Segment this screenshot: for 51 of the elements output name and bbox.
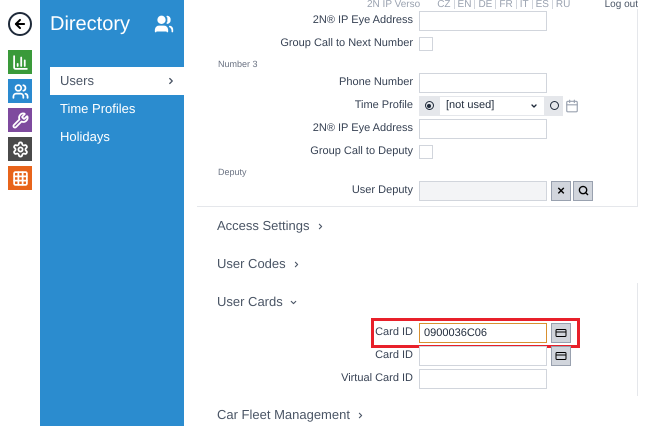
chevron-icon [166, 76, 176, 86]
card-icon [555, 350, 567, 362]
sidebar-item[interactable]: Holidays [50, 123, 184, 151]
settings-icon[interactable] [8, 137, 32, 161]
field-label: 2N® IP Eye Address [312, 13, 414, 28]
field-label: 2N® IP Eye Address [312, 121, 414, 136]
logout-link[interactable]: Log out [604, 0, 638, 9]
field-label: Phone Number [338, 75, 414, 90]
group-title: Deputy [217, 166, 248, 178]
calendar-icon[interactable] [565, 98, 579, 112]
checkbox[interactable] [419, 144, 433, 158]
text-field[interactable] [419, 72, 547, 92]
clear-button[interactable]: × [551, 180, 571, 200]
checkbox[interactable] [419, 36, 433, 50]
section-header[interactable]: User Codes [197, 245, 638, 283]
text-field[interactable] [419, 118, 547, 138]
field-label: Card ID [374, 348, 414, 364]
users-icon[interactable] [8, 79, 32, 103]
back-button[interactable] [8, 12, 32, 36]
field-label: User Deputy [350, 183, 414, 198]
sidebar-title: Directory [50, 12, 130, 37]
section-header[interactable]: Car Fleet Management [197, 396, 638, 426]
field-label: Group Call to Next Number [279, 36, 414, 52]
product-name: 2N IP Verso [367, 0, 420, 9]
wrench-icon[interactable] [8, 108, 32, 132]
text-field[interactable]: 0900036C06 [419, 322, 547, 342]
field-label: Time Profile [354, 98, 414, 114]
search-button[interactable] [573, 180, 593, 200]
card-reader-button[interactable] [551, 346, 571, 366]
sidebar-item[interactable]: Time Profiles [50, 95, 184, 123]
radio-button[interactable] [419, 96, 439, 116]
card-reader-button[interactable] [551, 322, 571, 342]
field-label: Card ID [374, 325, 414, 340]
grid-icon[interactable] [8, 166, 32, 190]
group-title: Number 3 [217, 58, 259, 70]
field-label: Group Call to Deputy [309, 144, 414, 160]
section-header[interactable]: User Cards [197, 283, 637, 321]
sidebar-item[interactable]: Users [50, 67, 184, 95]
text-field[interactable] [419, 10, 547, 30]
text-field[interactable] [419, 368, 547, 388]
users-icon [154, 14, 174, 34]
user-deputy-field[interactable] [419, 180, 547, 200]
search-icon [578, 185, 588, 196]
section-header[interactable]: Access Settings [197, 207, 638, 245]
radio-button[interactable] [545, 96, 563, 116]
bar-chart-icon[interactable] [8, 50, 32, 74]
caret-icon [530, 102, 538, 110]
field-label: Virtual Card ID [340, 371, 414, 386]
text-field[interactable] [419, 346, 547, 366]
card-icon [555, 326, 567, 338]
time-profile-dropdown[interactable]: [not used] [439, 96, 545, 116]
